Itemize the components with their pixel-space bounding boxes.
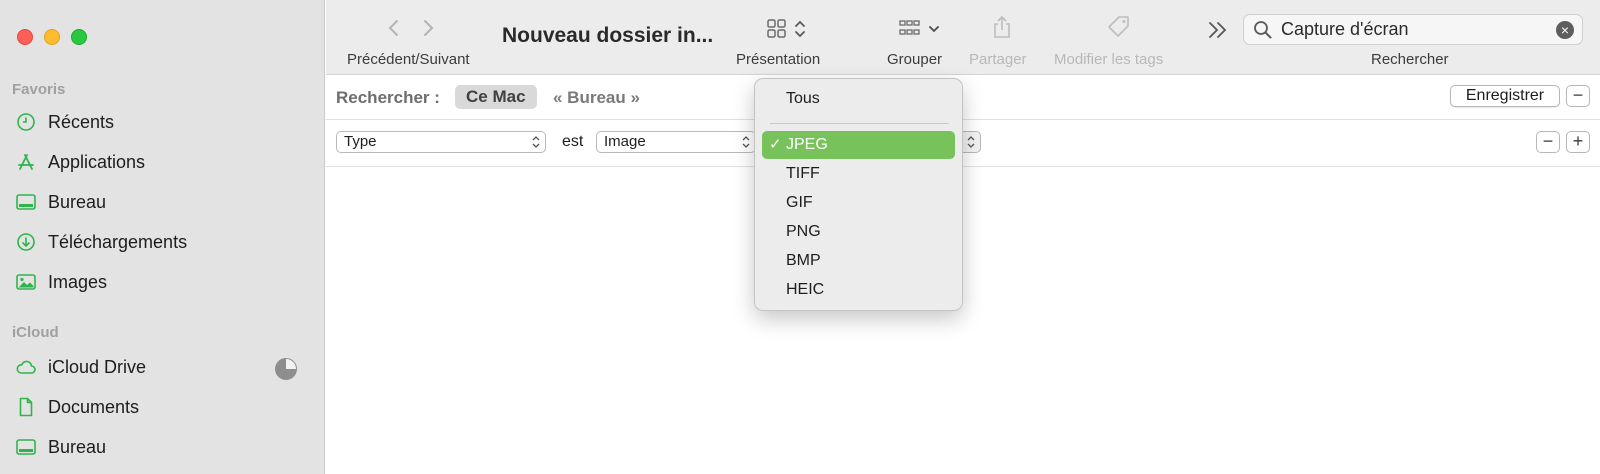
menu-item-png[interactable]: PNG bbox=[762, 218, 955, 246]
menu-item-label: BMP bbox=[786, 252, 821, 269]
clear-search-icon[interactable]: × bbox=[1556, 21, 1574, 39]
clock-icon bbox=[14, 110, 38, 134]
sidebar: Favoris Récents Applications Bureau Télé… bbox=[0, 0, 325, 474]
search-input[interactable] bbox=[1281, 17, 1541, 42]
share-icon[interactable] bbox=[991, 14, 1013, 45]
menu-item-gif[interactable]: GIF bbox=[762, 189, 955, 217]
icloud-sync-progress-icon[interactable] bbox=[275, 358, 297, 380]
search-field[interactable]: × bbox=[1243, 14, 1583, 45]
attribute-value: Type bbox=[344, 133, 377, 150]
tags-label: Modifier les tags bbox=[1054, 51, 1164, 68]
desktop-icon bbox=[14, 435, 38, 459]
search-label: Rechercher bbox=[1371, 51, 1449, 68]
nav-label: Précédent/Suivant bbox=[347, 51, 470, 68]
toolbar: Précédent/Suivant Nouveau dossier in... … bbox=[326, 0, 1600, 75]
group-icon[interactable] bbox=[898, 18, 944, 45]
menu-item-label: TIFF bbox=[786, 165, 820, 182]
sidebar-item-images[interactable]: Images bbox=[14, 268, 107, 296]
sidebar-section-favoris: Favoris bbox=[12, 81, 66, 98]
scope-folder-button[interactable]: « Bureau » bbox=[553, 88, 640, 108]
updown-arrows-icon bbox=[967, 135, 975, 155]
sidebar-item-bureau-icloud[interactable]: Bureau bbox=[14, 433, 106, 461]
view-label: Présentation bbox=[736, 51, 821, 68]
menu-item-heic[interactable]: HEIC bbox=[762, 276, 955, 304]
cloud-icon bbox=[14, 355, 38, 379]
scope-this-mac-button[interactable]: Ce Mac bbox=[455, 85, 537, 109]
menu-item-label: HEIC bbox=[786, 281, 825, 298]
menu-item-jpeg[interactable]: ✓ JPEG bbox=[762, 131, 955, 159]
sidebar-item-label: Récents bbox=[48, 111, 115, 132]
sidebar-item-recents[interactable]: Récents bbox=[14, 108, 114, 136]
scope-label: Rechercher : bbox=[336, 88, 440, 107]
sidebar-item-telechargements[interactable]: Téléchargements bbox=[14, 228, 187, 256]
finder-window: Favoris Récents Applications Bureau Télé… bbox=[0, 0, 1600, 474]
search-icon bbox=[1253, 20, 1273, 45]
sidebar-item-bureau[interactable]: Bureau bbox=[14, 188, 106, 216]
sidebar-item-applications[interactable]: Applications bbox=[14, 148, 145, 176]
zoom-window-button[interactable] bbox=[71, 29, 87, 45]
menu-item-label: GIF bbox=[786, 194, 813, 211]
more-toolbar-icon[interactable] bbox=[1207, 19, 1229, 46]
minimize-window-button[interactable] bbox=[44, 29, 60, 45]
window-title: Nouveau dossier in... bbox=[502, 24, 714, 47]
menu-item-label: JPEG bbox=[786, 136, 828, 153]
sidebar-item-label: Documents bbox=[48, 396, 140, 417]
menu-item-tiff[interactable]: TIFF bbox=[762, 160, 955, 188]
tag-icon[interactable] bbox=[1106, 14, 1132, 45]
forward-icon[interactable] bbox=[420, 16, 436, 45]
operator-label: est bbox=[562, 133, 584, 150]
menu-separator bbox=[770, 123, 949, 124]
document-icon bbox=[14, 395, 38, 419]
sidebar-item-documents[interactable]: Documents bbox=[14, 393, 139, 421]
desktop-icon bbox=[14, 190, 38, 214]
updown-arrows-icon bbox=[532, 135, 540, 155]
search-criteria-row: Type est Image − + bbox=[326, 121, 1600, 167]
sidebar-item-label: Bureau bbox=[48, 191, 107, 212]
sidebar-item-label: Bureau bbox=[48, 436, 107, 457]
search-scope-bar: Rechercher : Ce Mac « Bureau » Enregistr… bbox=[326, 76, 1600, 120]
back-icon[interactable] bbox=[386, 16, 402, 45]
format-dropdown-menu: Tous ✓ JPEG TIFF GIF PNG BMP HEIC bbox=[754, 78, 963, 311]
checkmark-icon: ✓ bbox=[769, 136, 782, 153]
menu-item-bmp[interactable]: BMP bbox=[762, 247, 955, 275]
save-search-button[interactable]: Enregistrer bbox=[1450, 85, 1560, 107]
remove-criteria-button[interactable]: − bbox=[1536, 131, 1560, 153]
sidebar-item-label: Images bbox=[48, 271, 108, 292]
grid-view-icon[interactable] bbox=[766, 18, 812, 45]
menu-item-tous[interactable]: Tous bbox=[762, 85, 955, 113]
share-label: Partager bbox=[969, 51, 1027, 68]
applications-icon bbox=[14, 150, 38, 174]
window-controls bbox=[17, 29, 87, 45]
sidebar-item-label: Applications bbox=[48, 151, 146, 172]
sidebar-item-label: iCloud Drive bbox=[48, 356, 147, 377]
attribute-popup[interactable]: Type bbox=[336, 131, 546, 153]
sidebar-item-icloud-drive[interactable]: iCloud Drive bbox=[14, 353, 146, 381]
value-popup[interactable]: Image bbox=[596, 131, 756, 153]
add-criteria-button[interactable]: + bbox=[1566, 131, 1590, 153]
download-icon bbox=[14, 230, 38, 254]
photo-icon bbox=[14, 270, 38, 294]
menu-item-label: Tous bbox=[786, 90, 820, 107]
remove-scope-button[interactable]: − bbox=[1566, 85, 1590, 107]
close-window-button[interactable] bbox=[17, 29, 33, 45]
sidebar-section-icloud: iCloud bbox=[12, 324, 59, 341]
updown-arrows-icon bbox=[742, 135, 750, 155]
value-text: Image bbox=[604, 133, 646, 150]
menu-item-label: PNG bbox=[786, 223, 821, 240]
group-label: Grouper bbox=[887, 51, 943, 68]
sidebar-item-label: Téléchargements bbox=[48, 231, 188, 252]
